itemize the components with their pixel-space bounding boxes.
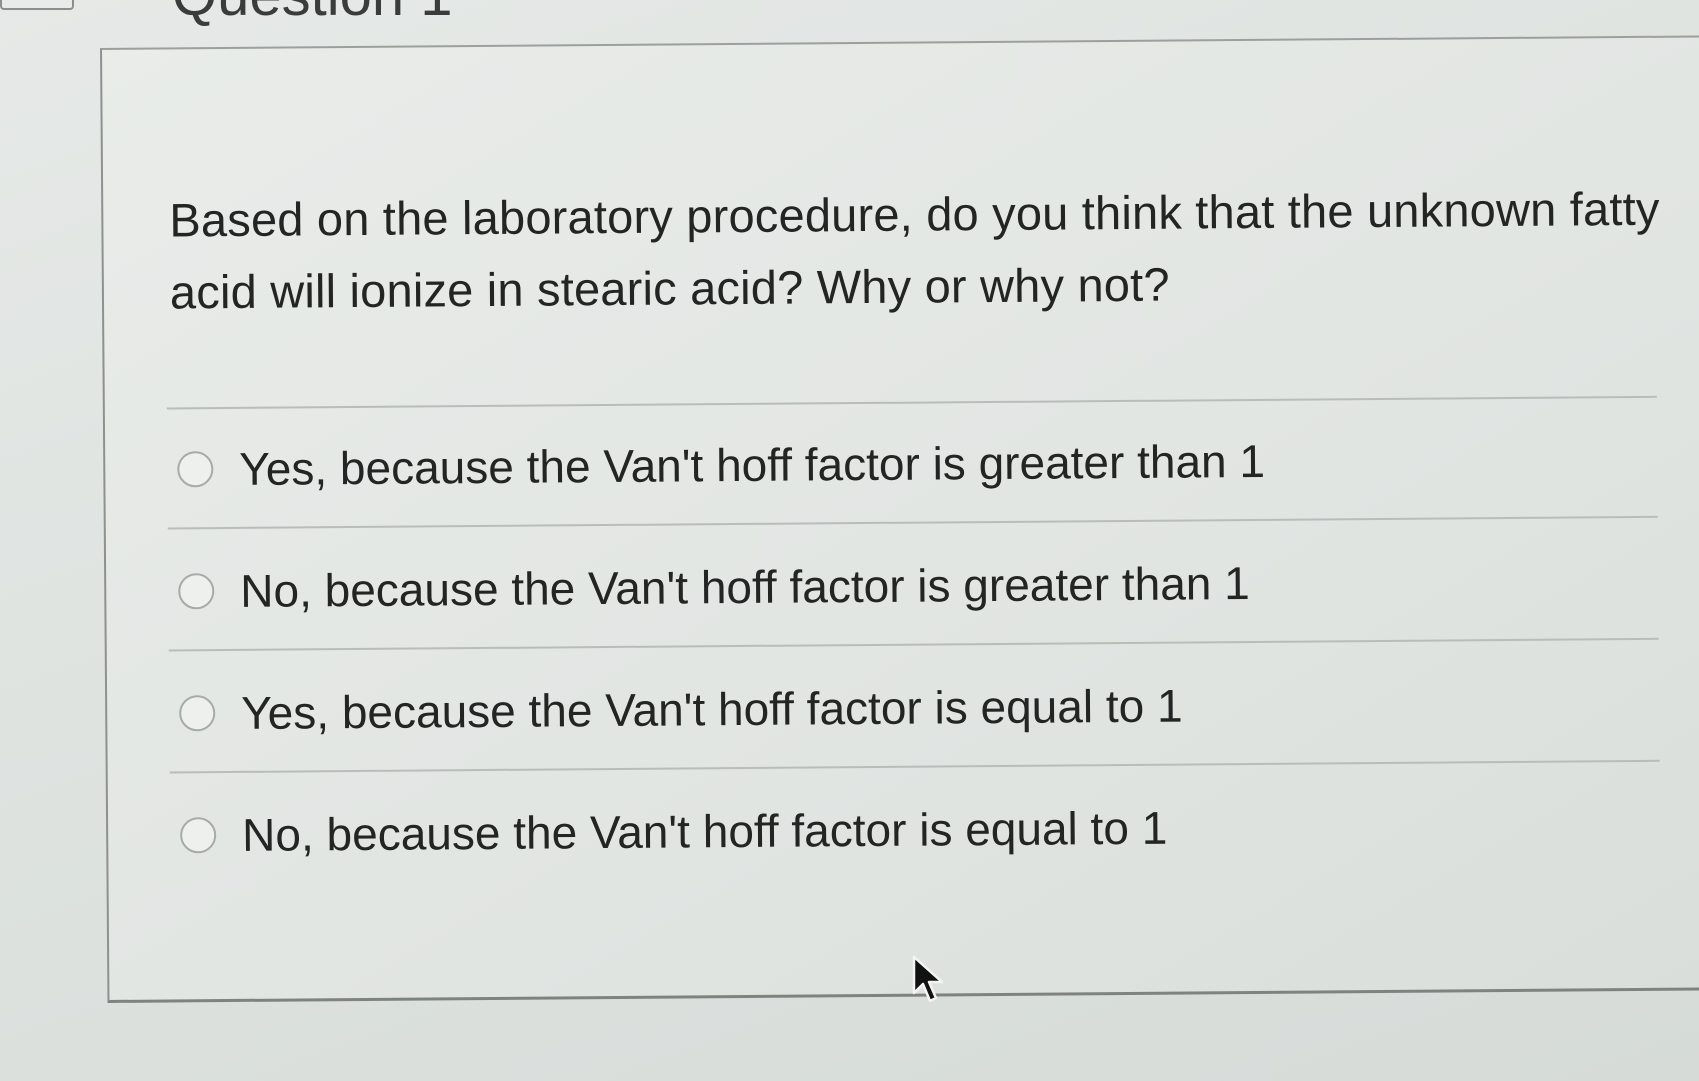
answer-label: Yes, because the Van't hoff factor is eq… — [241, 679, 1183, 739]
radio-circle-icon[interactable] — [177, 451, 214, 488]
answer-label: No, because the Van't hoff factor is equ… — [241, 801, 1168, 861]
answer-label: No, because the Van't hoff factor is gre… — [240, 556, 1250, 617]
mouse-pointer-icon — [912, 955, 944, 1003]
question-card: Based on the laboratory procedure, do yo… — [100, 35, 1699, 1003]
answer-label: Yes, because the Van't hoff factor is gr… — [239, 434, 1266, 495]
divider — [166, 395, 1657, 410]
question-flag-box[interactable] — [0, 0, 74, 10]
question-title: Question 1 — [172, 0, 453, 29]
divider — [169, 759, 1660, 774]
screen: Question 1 Based on the laboratory proce… — [0, 0, 1699, 1081]
radio-circle-icon[interactable] — [180, 817, 217, 854]
radio-circle-icon[interactable] — [179, 695, 216, 732]
divider — [167, 515, 1658, 530]
answer-option-3[interactable]: Yes, because the Van't hoff factor is eq… — [179, 676, 1183, 744]
answer-option-1[interactable]: Yes, because the Van't hoff factor is gr… — [177, 431, 1265, 500]
radio-circle-icon[interactable] — [178, 573, 215, 610]
divider — [168, 637, 1659, 652]
answer-option-2[interactable]: No, because the Van't hoff factor is gre… — [178, 553, 1250, 621]
question-prompt: Based on the laboratory procedure, do yo… — [169, 181, 1660, 319]
answer-option-4[interactable]: No, because the Van't hoff factor is equ… — [180, 798, 1168, 866]
